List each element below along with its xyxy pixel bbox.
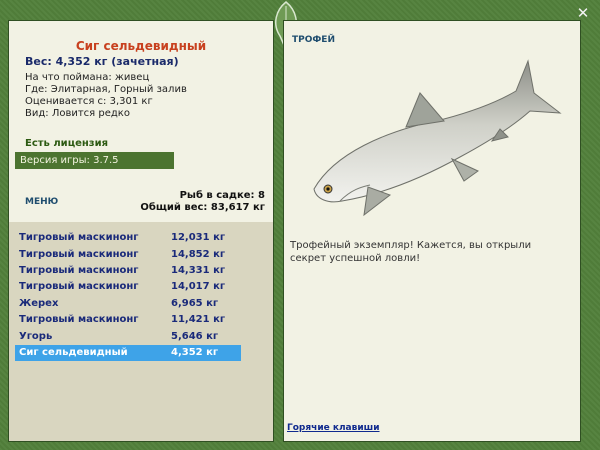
menu-button[interactable]: Меню	[25, 197, 58, 207]
fish-weight: Вес: 4,352 кг (зачетная)	[25, 55, 179, 68]
list-item[interactable]: Тигровый маскинонг 12,031 кг	[15, 230, 241, 246]
list-item[interactable]: Тигровый маскинонг 14,852 кг	[15, 247, 241, 263]
fish-location: Где: Элитарная, Горный залив	[25, 84, 187, 95]
list-item[interactable]: Жерех 6,965 кг	[15, 296, 241, 312]
fish-kind: Вид: Ловится редко	[25, 108, 130, 119]
list-item-selected[interactable]: Сиг сельдевидный 4,352 кг	[15, 345, 241, 361]
trophy-description: Трофейный экземпляр! Кажется, вы открыли…	[290, 240, 532, 264]
list-item[interactable]: Тигровый маскинонг 11,421 кг	[15, 312, 241, 328]
trophy-panel: Трофей Трофейный экземпляр! Кажется, вы …	[283, 20, 581, 442]
list-item[interactable]: Тигровый маскинонг 14,331 кг	[15, 263, 241, 279]
list-item[interactable]: Угорь 5,646 кг	[15, 329, 241, 345]
catch-details-panel: Сиг сельдевидный Вес: 4,352 кг (зачетная…	[8, 20, 274, 442]
list-item[interactable]: Тигровый маскинонг 14,017 кг	[15, 279, 241, 295]
license-status: Есть лицензия	[25, 138, 109, 149]
fish-bait: На что поймана: живец	[25, 72, 150, 83]
hotkeys-link[interactable]: Горячие клавиши	[287, 423, 380, 433]
whitefish-image	[313, 59, 562, 217]
catch-list: Тигровый маскинонг 12,031 кг Тигровый мас…	[9, 222, 273, 441]
fish-value: Оценивается с: 3,301 кг	[25, 96, 153, 107]
fish-count: Рыб в садке: 8	[179, 190, 265, 201]
fish-title: Сиг сельдевидный	[75, 39, 207, 53]
keepnet-stats: Рыб в садке: 8 Общий вес: 83,617 кг	[140, 190, 265, 214]
total-weight: Общий вес: 83,617 кг	[140, 202, 265, 213]
version-bar: Версия игры: 3.7.5	[15, 152, 174, 169]
